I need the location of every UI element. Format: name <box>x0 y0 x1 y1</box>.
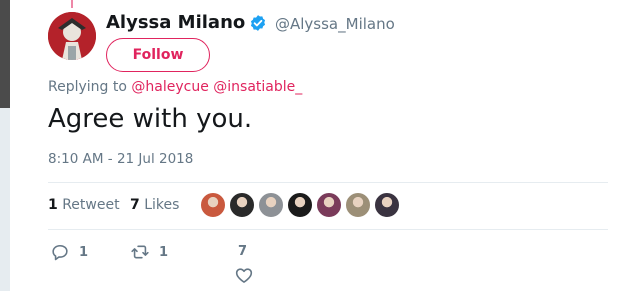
author-handle[interactable]: @Alyssa_Milano <box>275 15 395 33</box>
likes-stat-label: Likes <box>144 197 180 213</box>
replying-to-line: Replying to @haleycue @insatiable_ <box>48 79 302 95</box>
background-page-light <box>0 108 10 291</box>
replying-to-link-insatiable[interactable]: @insatiable_ <box>213 79 302 95</box>
reply-count: 1 <box>79 244 89 260</box>
thread-connector-line <box>71 0 73 8</box>
follow-button[interactable]: Follow <box>106 38 210 72</box>
replying-prefix: Replying to <box>48 79 127 95</box>
retweet-icon <box>131 245 149 259</box>
stats-divider-top <box>48 182 608 183</box>
reply-action[interactable]: 1 <box>50 242 88 262</box>
stats-divider-bottom <box>48 229 608 230</box>
retweet-action[interactable]: 1 <box>130 242 168 262</box>
likes-stat-count: 7 <box>130 197 140 213</box>
likes-stat[interactable]: 7 Likes <box>130 197 179 213</box>
retweet-stat-count: 1 <box>48 197 58 213</box>
like-count: 7 <box>238 244 248 259</box>
retweet-stat[interactable]: 1 Retweet <box>48 197 120 213</box>
liker-avatar[interactable] <box>345 192 371 218</box>
reply-icon <box>52 244 68 261</box>
background-page-edge <box>0 0 10 291</box>
liker-avatar[interactable] <box>316 192 342 218</box>
liker-avatar[interactable] <box>287 192 313 218</box>
author-name[interactable]: Alyssa Milano <box>106 12 245 33</box>
liker-avatar[interactable] <box>229 192 255 218</box>
avatar-image <box>48 12 96 60</box>
retweet-stat-label: Retweet <box>62 197 120 213</box>
liker-avatar[interactable] <box>374 192 400 218</box>
liker-avatar[interactable] <box>258 192 284 218</box>
retweet-count: 1 <box>159 244 169 260</box>
verified-badge-icon <box>250 15 266 31</box>
author-avatar[interactable] <box>48 12 96 60</box>
tweet-text: Agree with you. <box>48 104 253 134</box>
tweet-timestamp[interactable]: 8:10 AM - 21 Jul 2018 <box>48 151 193 167</box>
background-page-dark <box>0 0 10 108</box>
replying-to-link-haleycue[interactable]: @haleycue <box>131 79 208 95</box>
heart-icon[interactable] <box>234 265 254 285</box>
liker-avatar[interactable] <box>200 192 226 218</box>
